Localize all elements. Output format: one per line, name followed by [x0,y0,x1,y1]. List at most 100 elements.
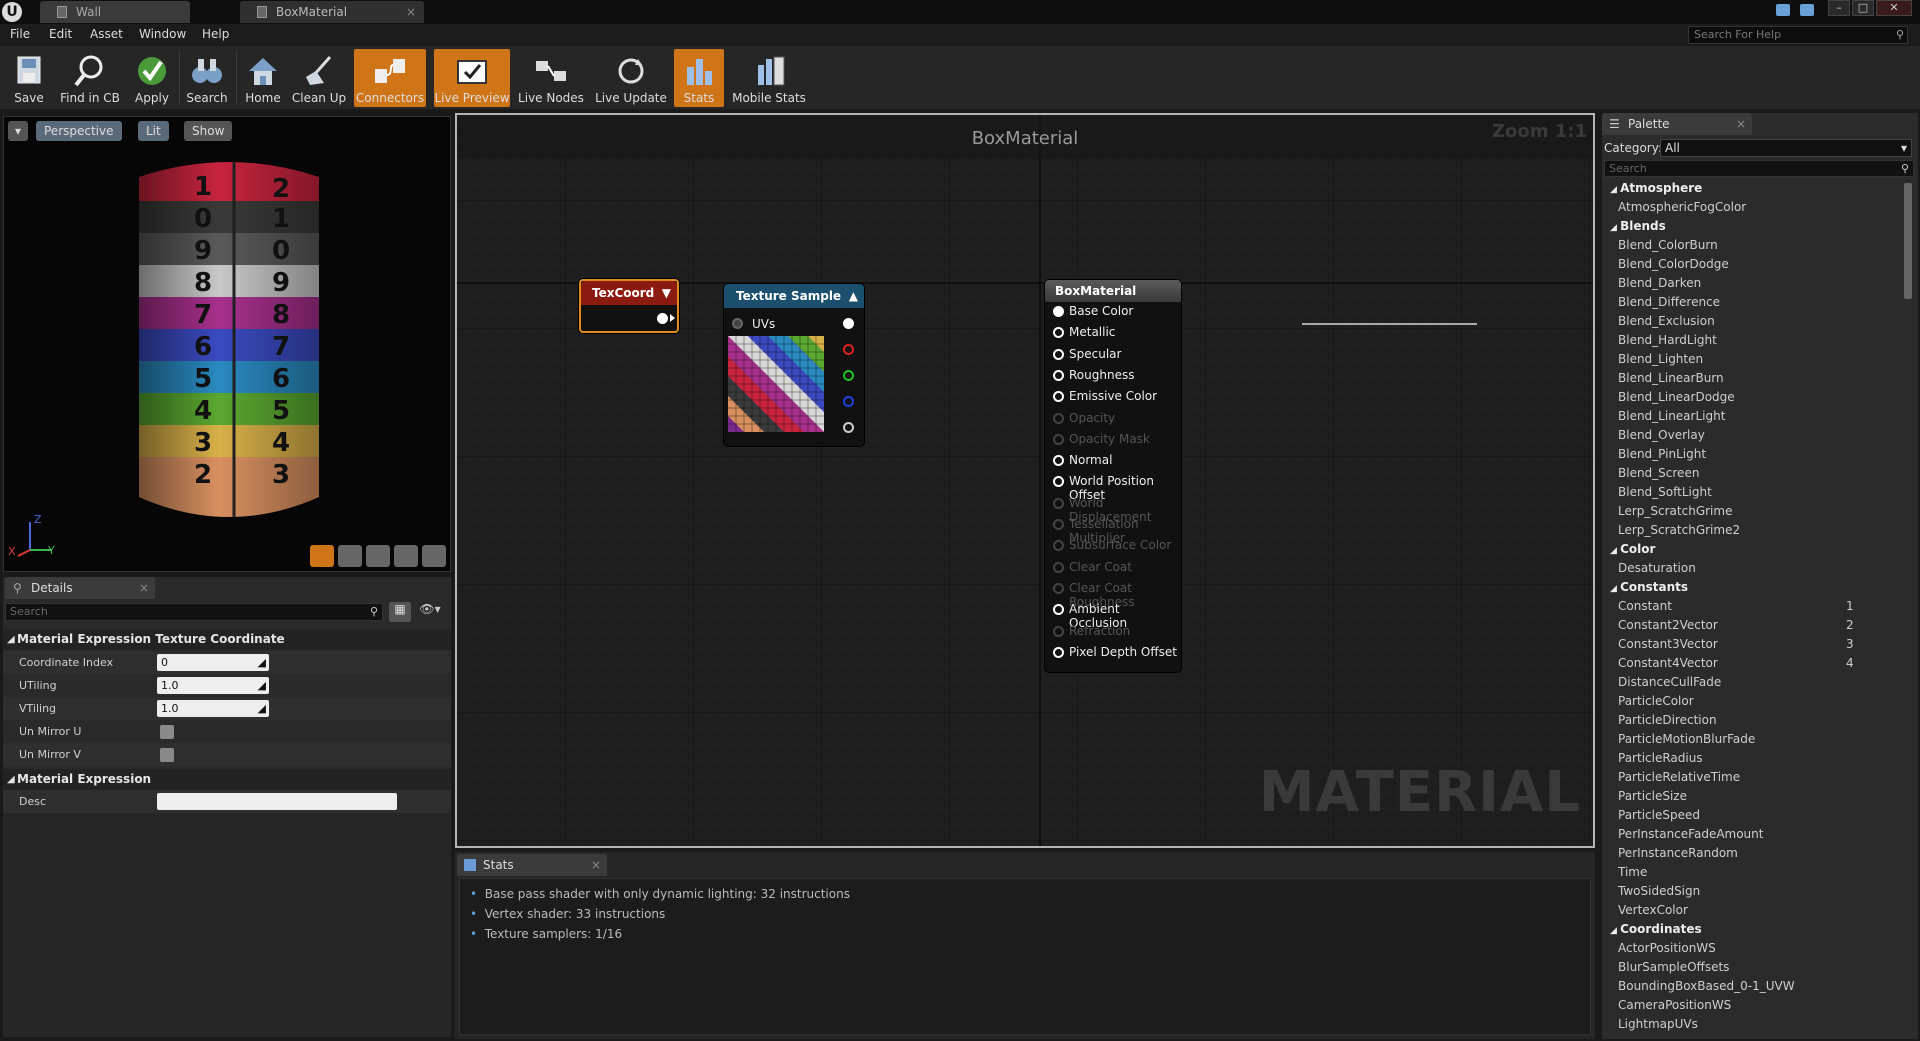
uvs-input-pin[interactable] [732,318,743,329]
cylinder-shape-button[interactable] [310,545,334,567]
clean-up-button[interactable]: Clean Up [290,49,348,107]
input-pin[interactable] [1053,348,1064,360]
property-checkbox[interactable] [160,748,174,762]
home-button[interactable]: Home [240,49,286,107]
palette-item[interactable]: PerInstanceRandom [1618,846,1738,860]
palette-item[interactable]: Blend_Lighten [1618,352,1703,366]
palette-item[interactable]: Blend_LinearBurn [1618,371,1724,385]
close-tab-icon[interactable]: × [1736,113,1746,135]
palette-list[interactable]: ◢ Atmosphere AtmosphericFogColor ◢ Blends B… [1602,181,1902,1037]
palette-item[interactable]: ParticleRelativeTime [1618,770,1740,784]
apply-button[interactable]: Apply [128,49,176,107]
tab-boxmaterial[interactable]: BoxMaterial × [240,1,424,23]
palette-item[interactable]: Blend_ColorBurn [1618,238,1718,252]
tab-wall[interactable]: Wall [40,1,190,23]
viewport-options-button[interactable]: ▾ [8,121,28,141]
palette-category[interactable]: ◢ Constants [1610,580,1688,594]
preview-viewport[interactable]: ▾ Perspective Lit Show 12 0 1 9 0 8 9 7 … [3,116,451,572]
palette-item[interactable]: Blend_Exclusion [1618,314,1715,328]
palette-category[interactable]: ◢ Blends [1610,219,1666,233]
input-pin[interactable] [1053,306,1064,317]
mesh-shape-button[interactable] [422,545,446,567]
feedback-icon[interactable] [1800,4,1814,16]
texture-sample-node-header[interactable]: Texture Sample ▲ [724,284,864,308]
collapse-arrow-icon[interactable]: ▲ [849,284,858,308]
palette-item[interactable]: Constant4Vector 4 [1618,656,1854,670]
unreal-logo-icon[interactable]: U [2,2,22,22]
palette-item[interactable]: TwoSidedSign [1618,884,1700,898]
save-button[interactable]: Save [4,49,54,107]
palette-item[interactable]: Blend_Screen [1618,466,1699,480]
palette-category[interactable]: ◢ Coordinates [1610,922,1702,936]
menu-window[interactable]: Window [139,24,186,44]
visibility-eye-icon[interactable]: 👁▾ [415,602,445,622]
palette-item[interactable]: ParticleColor [1618,694,1694,708]
g-output-pin[interactable] [843,370,854,381]
a-output-pin[interactable] [843,422,854,433]
details-tab[interactable]: ⚲ Details × [5,577,155,599]
menu-help[interactable]: Help [202,24,229,44]
menu-file[interactable]: File [10,24,30,44]
plane-shape-button[interactable] [366,545,390,567]
palette-item[interactable]: BoundingBoxBased_0-1_UVW [1618,979,1795,993]
input-pin[interactable] [1053,455,1064,467]
close-window-button[interactable]: ✕ [1876,0,1912,16]
palette-item[interactable]: Lerp_ScratchGrime [1618,504,1732,518]
menu-edit[interactable]: Edit [49,24,72,44]
palette-item[interactable]: BlurSampleOffsets [1618,960,1729,974]
property-matrix-button[interactable]: ▦ [389,602,411,622]
palette-item[interactable]: Constant2Vector 2 [1618,618,1854,632]
palette-item[interactable]: Blend_Darken [1618,276,1701,290]
palette-item[interactable]: Blend_ColorDodge [1618,257,1729,271]
palette-item[interactable]: ParticleSize [1618,789,1687,803]
desc-input[interactable] [157,793,397,810]
texcoord-node[interactable]: TexCoord ▼ [579,279,679,333]
menu-asset[interactable]: Asset [90,24,123,44]
palette-tab[interactable]: ☰ Palette × [1602,113,1752,135]
palette-item[interactable]: ParticleDirection [1618,713,1717,727]
input-pin[interactable] [1053,604,1064,616]
details-search-input[interactable]: Search ⚲ [5,603,383,621]
palette-item[interactable]: Blend_HardLight [1618,333,1717,347]
palette-item[interactable]: VertexColor [1618,903,1688,917]
r-output-pin[interactable] [843,344,854,355]
palette-item[interactable]: Blend_SoftLight [1618,485,1712,499]
maximize-button[interactable]: □ [1852,0,1874,16]
spinner-icon[interactable]: ◢ [258,654,266,671]
minimize-button[interactable]: – [1828,0,1850,16]
spinner-icon[interactable]: ◢ [258,677,266,694]
property-checkbox[interactable] [160,725,174,739]
material-graph[interactable]: Zoom 1:1 MATERIAL TexCoord ▼ Texture Samp… [455,113,1595,848]
close-tab-icon[interactable]: × [406,1,416,23]
palette-item[interactable]: ActorPositionWS [1618,941,1716,955]
palette-item[interactable]: ParticleRadius [1618,751,1703,765]
show-button[interactable]: Show [184,121,233,141]
lit-button[interactable]: Lit [138,121,169,141]
property-input[interactable]: 1.0 ◢ [157,700,269,717]
palette-item[interactable]: PerInstanceFadeAmount [1618,827,1763,841]
palette-item[interactable]: ParticleMotionBlurFade [1618,732,1755,746]
collapse-arrow-icon[interactable]: ▼ [662,281,671,305]
help-search-input[interactable]: Search For Help ⚲ [1688,26,1908,44]
live-update-button[interactable]: Live Update [592,49,670,107]
palette-item[interactable]: Blend_PinLight [1618,447,1706,461]
palette-item[interactable]: Constant 1 [1618,599,1854,613]
cube-shape-button[interactable] [394,545,418,567]
close-tab-icon[interactable]: × [139,577,149,599]
input-pin[interactable] [1053,476,1064,488]
boxmaterial-result-node[interactable]: BoxMaterial Base Color Metallic Specular Ro… [1045,280,1181,672]
search-button[interactable]: Search [183,49,231,107]
palette-scrollbar[interactable] [1904,183,1912,299]
input-pin[interactable] [1053,369,1064,381]
connectors-button[interactable]: Connectors [354,49,426,107]
sphere-shape-button[interactable] [338,545,362,567]
palette-item[interactable]: ParticleSpeed [1618,808,1700,822]
rgb-output-pin[interactable] [843,318,854,329]
palette-item[interactable]: Blend_LinearLight [1618,409,1725,423]
mobile-stats-button[interactable]: Mobile Stats [728,49,810,107]
result-node-header[interactable]: BoxMaterial [1045,280,1181,302]
close-tab-icon[interactable]: × [591,854,601,876]
palette-item[interactable]: Time [1618,865,1647,879]
category-material-expression[interactable]: ◢ Material Expression [3,769,451,790]
stats-tab[interactable]: Stats × [457,854,607,876]
